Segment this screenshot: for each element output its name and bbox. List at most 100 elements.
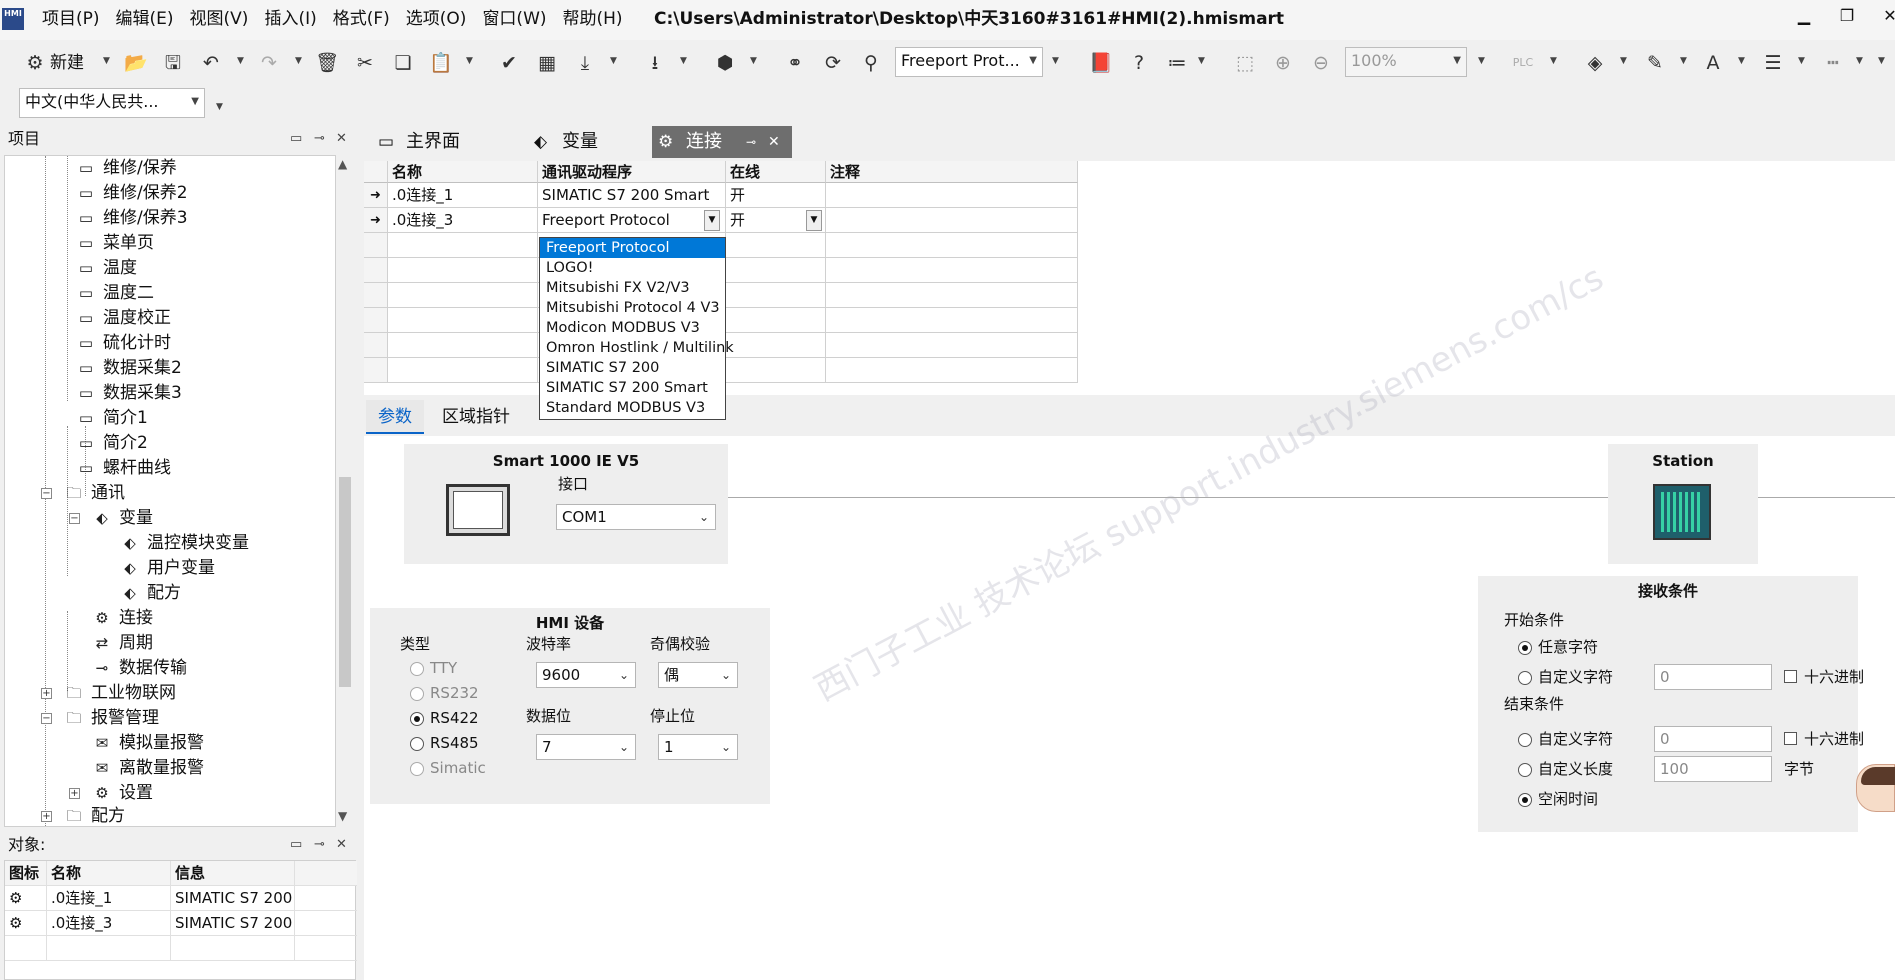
download-dropdown-icon[interactable]: ▼ <box>680 56 687 66</box>
tree-item-connections[interactable]: ⚙ 连接 <box>91 606 153 631</box>
undo-dropdown-icon[interactable]: ▼ <box>237 56 244 66</box>
type-rs485-radio[interactable] <box>410 737 424 751</box>
save-icon[interactable]: 🖫 <box>160 50 186 76</box>
tree-item-tags[interactable]: − ⬖ 变量 <box>69 506 153 531</box>
panel-pin-icon[interactable]: ⊸ <box>314 833 325 857</box>
conn-online-cell[interactable]: 开 <box>726 183 826 208</box>
assistant-avatar[interactable] <box>1856 764 1895 812</box>
tab-pin-icon[interactable]: ⊸ <box>746 126 756 158</box>
simulator-icon[interactable]: ⬢ <box>712 50 738 76</box>
menu-insert[interactable]: 插入(I) <box>256 8 324 30</box>
tab-tags[interactable]: ⬖ 变量 <box>528 126 648 158</box>
driver-option[interactable]: Standard MODBUS V3 <box>540 398 725 418</box>
driver-dropdown-icon[interactable]: ▼ <box>704 210 720 231</box>
driver-option[interactable]: LOGO! <box>540 258 725 278</box>
minimize-icon[interactable]: ▁ <box>1789 6 1819 25</box>
fill-color-icon[interactable]: ◈ <box>1582 50 1608 76</box>
type-tty-radio[interactable] <box>410 662 424 676</box>
cut-icon[interactable]: ✂ <box>352 50 378 76</box>
tree-scrollbar[interactable]: ▲ ▼ <box>336 155 354 827</box>
tree-item[interactable]: ✉ 离散量报警 <box>91 756 204 781</box>
tree-item[interactable]: ▭ 菜单页 <box>75 231 154 256</box>
panel-close-icon[interactable]: ✕ <box>336 127 347 151</box>
scroll-up-icon[interactable]: ▲ <box>338 157 347 171</box>
driver-option[interactable]: Freeport Protocol <box>540 238 725 258</box>
menu-options[interactable]: 选项(O) <box>398 8 475 30</box>
restore-icon[interactable]: ❐ <box>1832 6 1862 25</box>
context-help-icon[interactable]: ? <box>1126 50 1152 76</box>
driver-option[interactable]: Omron Hostlink / Multilink <box>540 338 734 358</box>
line-width-dropdown-icon[interactable]: ▼ <box>1798 56 1805 66</box>
panel-close-icon[interactable]: ✕ <box>336 833 347 857</box>
protocol-combo[interactable]: Freeport Prot... ▼ <box>895 47 1043 77</box>
language-combo[interactable]: 中文(中华人民共... ▼ <box>19 88 205 118</box>
font-color-icon[interactable]: A <box>1700 50 1726 76</box>
tree-item[interactable]: ⬖ 配方 <box>119 581 181 606</box>
redo-dropdown-icon[interactable]: ▼ <box>295 56 302 66</box>
conn-comment-cell[interactable] <box>826 208 1078 233</box>
tree-item[interactable]: ✉ 模拟量报警 <box>91 731 204 756</box>
databits-select[interactable]: 7 ⌄ <box>536 734 636 760</box>
start-custom-char-radio[interactable] <box>1518 671 1532 685</box>
plc-dropdown-icon[interactable]: ▼ <box>1550 56 1557 66</box>
end-custom-char-radio[interactable] <box>1518 733 1532 747</box>
tree-item[interactable]: ▭ 数据采集2 <box>75 356 182 381</box>
tree-item[interactable]: ▭ 硫化计时 <box>75 331 171 356</box>
expand-icon[interactable]: + <box>41 811 52 822</box>
zoom-out-icon[interactable]: ⊖ <box>1308 50 1334 76</box>
tree-item[interactable]: + 🗀 工业物联网 <box>41 681 176 706</box>
online-dropdown-icon[interactable]: ▼ <box>806 210 822 231</box>
collapse-icon[interactable]: − <box>69 513 80 524</box>
replace-icon[interactable]: ⟳ <box>820 50 846 76</box>
plc-icon[interactable]: PLC <box>1510 50 1536 76</box>
simulator-dropdown-icon[interactable]: ▼ <box>750 56 757 66</box>
tree-item[interactable]: ▭ 温度校正 <box>75 306 171 331</box>
compile-icon[interactable]: ▦ <box>534 50 560 76</box>
language-overflow-icon[interactable]: ▼ <box>216 102 223 112</box>
driver-dropdown-list[interactable]: Freeport Protocol LOGO! Mitsubishi FX V2… <box>539 237 734 420</box>
conn-comment-cell[interactable] <box>826 183 1078 208</box>
toolbar-overflow-icon[interactable]: ▼ <box>1052 56 1059 66</box>
paste-icon[interactable]: 📋 <box>428 50 454 76</box>
tree-item[interactable]: ▭ 维修/保养 <box>75 156 177 181</box>
driver-option[interactable]: SIMATIC S7 200 Smart <box>540 378 725 398</box>
zoom-in-icon[interactable]: ⊕ <box>1270 50 1296 76</box>
tree-item[interactable]: ▭ 数据采集3 <box>75 381 182 406</box>
scroll-thumb[interactable] <box>339 477 351 687</box>
find-icon[interactable]: ⚭ <box>782 50 808 76</box>
font-dropdown-icon[interactable]: ▼ <box>1738 56 1745 66</box>
tree-item[interactable]: ▭ 螺杆曲线 <box>75 456 171 481</box>
col-comment-header[interactable]: 注释 <box>826 161 1078 183</box>
end-hex-checkbox[interactable] <box>1784 732 1797 745</box>
start-hex-checkbox[interactable] <box>1784 670 1797 683</box>
tree-item[interactable]: ▭ 温度二 <box>75 281 154 306</box>
start-any-char-radio[interactable] <box>1518 641 1532 655</box>
end-idle-time-radio[interactable] <box>1518 793 1532 807</box>
baud-select[interactable]: 9600 ⌄ <box>536 662 636 688</box>
interface-select[interactable]: COM1 ⌄ <box>556 504 716 530</box>
tree-item[interactable]: + 🗀 配方 <box>41 804 125 826</box>
tree-item[interactable]: ▭ 简介2 <box>75 431 148 456</box>
tree-item[interactable]: ▭ 维修/保养3 <box>75 206 188 231</box>
help-list-icon[interactable]: ≔ <box>1164 50 1190 76</box>
conn-name-cell[interactable]: .0连接_1 <box>388 183 538 208</box>
tree-item[interactable]: ▭ 维修/保养2 <box>75 181 188 206</box>
driver-option[interactable]: Modicon MODBUS V3 <box>540 318 725 338</box>
tree-item[interactable]: ⊸ 数据传输 <box>91 656 187 681</box>
driver-option[interactable]: SIMATIC S7 200 <box>540 358 725 378</box>
undo-icon[interactable]: ↶ <box>198 50 224 76</box>
tree-item-communication[interactable]: − 🗀 通讯 <box>41 481 125 506</box>
tree-item[interactable]: ⬖ 用户变量 <box>119 556 215 581</box>
zoom-combo[interactable]: 100% ▼ <box>1345 47 1467 77</box>
line-style-icon[interactable]: ┅ <box>1820 50 1846 76</box>
zoom-area-icon[interactable]: ⬚ <box>1232 50 1258 76</box>
row-arrow-icon[interactable]: ➜ <box>364 183 388 208</box>
help-book-icon[interactable]: 📕 <box>1088 50 1114 76</box>
copy-icon[interactable]: ❏ <box>390 50 416 76</box>
line-width-icon[interactable]: ☰ <box>1760 50 1786 76</box>
stopbits-select[interactable]: 1 ⌄ <box>658 734 738 760</box>
help-dropdown-icon[interactable]: ▼ <box>1198 56 1205 66</box>
transfer-icon[interactable]: ⤓ <box>572 50 598 76</box>
conn-name-cell[interactable]: .0连接_3 <box>388 208 538 233</box>
col-name-header[interactable]: 名称 <box>388 161 538 183</box>
